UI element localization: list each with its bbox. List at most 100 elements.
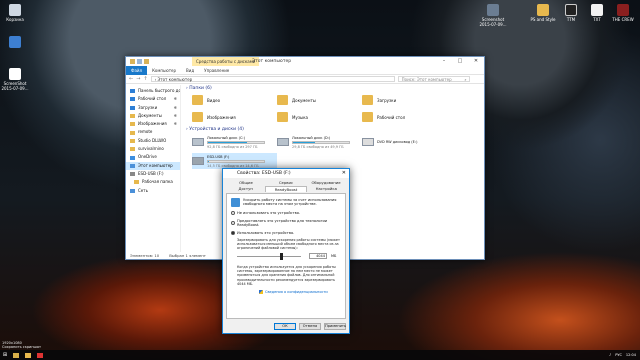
back-arrow-icon[interactable]: ←	[129, 76, 133, 82]
slider-track	[237, 256, 301, 258]
corner-overlay-text: 1920x1080 Сохранить скриншот	[2, 341, 41, 349]
title-bar[interactable]: Средства работы с дисками Этот компьютер…	[126, 57, 484, 66]
radio-use-device[interactable]: Использовать это устройство.	[231, 231, 341, 235]
close-icon[interactable]: ✕	[342, 169, 346, 178]
privacy-link[interactable]: Сведения о конфиденциальности	[231, 289, 341, 294]
tab-file[interactable]: Файл	[126, 65, 148, 75]
nav-item[interactable]: survivalrnino	[126, 145, 180, 153]
tab-computer[interactable]: Компьютер	[147, 66, 181, 75]
drive-name: ESD-USB (F:)	[207, 154, 230, 159]
language-indicator[interactable]: РУС	[615, 353, 622, 357]
search-icon: ⌕	[464, 77, 467, 82]
screenshot-file-icon[interactable]: ScreenShot 2015-07-09...	[0, 68, 30, 91]
privacy-link-label: Сведения о конфиденциальности	[265, 289, 328, 294]
properties-icon[interactable]	[137, 59, 142, 64]
pin-icon: ✱	[173, 112, 177, 118]
nav-item-label: OneDrive	[138, 154, 157, 160]
windows-start-icon[interactable]: ⊞	[0, 350, 10, 360]
drive-item[interactable]: Локальный диск (C:) 92,8 ГБ свободно из 2…	[192, 134, 277, 150]
folder-icon[interactable]: PS and Style	[528, 4, 558, 22]
folder-item[interactable]: Документы	[277, 93, 362, 107]
tab-sharing[interactable]: Доступ	[226, 186, 265, 192]
cancel-button[interactable]: Отмена	[299, 323, 321, 330]
downloads-folder-icon	[362, 95, 373, 105]
reserve-slider[interactable]: 4044 МБ	[237, 252, 341, 261]
folder-item[interactable]: Видео	[192, 93, 277, 107]
desktop-app-icon[interactable]	[0, 36, 30, 49]
nav-item-label: remote	[138, 129, 153, 135]
address-bar[interactable]: › Этот компьютер	[150, 76, 395, 82]
forward-arrow-icon[interactable]: →	[136, 76, 140, 82]
screenshot-hint-text: Сохранить скриншот	[2, 345, 42, 349]
tab-readyboost[interactable]: ReadyBoost	[265, 186, 307, 192]
folder-label: Видео	[207, 97, 221, 103]
drive-item[interactable]: DVD RW дисковод (E:)	[362, 134, 447, 150]
speaker-icon[interactable]: ♪	[609, 353, 611, 357]
nav-item[interactable]: Документы ✱	[126, 112, 180, 120]
desktop-icon-label: THE CREW	[612, 17, 634, 22]
apply-button[interactable]: Применить	[324, 323, 346, 330]
ok-button[interactable]: ОК	[274, 323, 296, 330]
clock[interactable]: 12:04	[626, 353, 636, 357]
nav-item[interactable]: Изображения ✱	[126, 120, 180, 128]
minimize-button[interactable]: –	[436, 57, 452, 66]
drive-usage-bar	[207, 140, 265, 144]
folder-item[interactable]: Музыка	[277, 110, 362, 124]
nav-item-this-pc[interactable]: Этот компьютер	[126, 161, 180, 170]
reserve-value-input[interactable]: 4044	[309, 253, 327, 260]
ribbon-tabs: Файл Компьютер Вид Управление	[126, 65, 484, 75]
dialog-title-bar[interactable]: Свойства: ESD-USB (F:) ✕	[223, 169, 349, 178]
tab-manage[interactable]: Управление	[199, 66, 234, 75]
nav-item[interactable]: ESD-USB (F:)	[126, 170, 180, 178]
pin-icon: ✱	[173, 104, 177, 110]
nav-item-label: survivalrnino	[138, 146, 164, 152]
desktop-icon	[130, 97, 135, 102]
taskbar-explorer-icon[interactable]	[22, 350, 34, 360]
recycle-bin-icon[interactable]: Корзина	[0, 4, 30, 22]
drive-item-usb[interactable]: ESD-USB (F:) 14,5 ГБ свободно из 14,6 ГБ	[192, 153, 277, 169]
nav-item[interactable]: Рабочий стол ✱	[126, 95, 180, 103]
nav-item-label: Панель быстрого доступа	[138, 88, 180, 93]
drive-free-space: 92,8 ГБ свободно из 297 ГБ	[207, 144, 258, 149]
folder-item[interactable]: Загрузки	[362, 93, 447, 107]
new-folder-icon[interactable]	[144, 59, 149, 64]
drives-group-header[interactable]: › Устройства и диски (4)	[186, 126, 484, 134]
nav-item[interactable]: Studio DLLWO	[126, 137, 180, 145]
context-tab: Средства работы с дисками	[192, 57, 260, 66]
folder-icon	[130, 130, 135, 135]
hard-drive-icon	[277, 138, 289, 146]
desktop-icon-label: ScreenShot 2015-07-09...	[1, 81, 29, 91]
nav-item[interactable]: OneDrive	[126, 153, 180, 161]
tab-customize[interactable]: Настройка	[307, 186, 346, 192]
nav-item[interactable]: Панель быстрого доступа	[126, 87, 180, 95]
nav-item[interactable]: Загрузки ✱	[126, 104, 180, 112]
drive-name: DVD RW дисковод (E:)	[377, 140, 418, 144]
drive-free-space: 29,8 ГБ свободно из 49,9 ГБ	[292, 144, 344, 149]
folder-item[interactable]: Изображения	[192, 110, 277, 124]
nav-item-label: Этот компьютер	[138, 162, 173, 168]
close-button[interactable]: ✕	[468, 57, 484, 66]
maximize-button[interactable]: □	[452, 57, 468, 66]
radio-do-not-use[interactable]: Не использовать это устройство.	[231, 211, 341, 215]
search-input[interactable]: Поиск: Этот компьютер ⌕	[397, 76, 470, 82]
folders-group-header[interactable]: › Папки (6)	[186, 85, 484, 93]
drive-item[interactable]: Локальный диск (D:) 29,8 ГБ свободно из 4…	[277, 134, 362, 150]
radio-label: Не использовать это устройство.	[237, 211, 301, 215]
folder-icon	[130, 138, 135, 143]
usb-drive-icon	[130, 172, 135, 177]
radio-dedicate[interactable]: Предоставлять это устройство для техноло…	[231, 219, 341, 227]
folder-item[interactable]: Рабочий стол	[362, 110, 447, 124]
taskbar-app-icon[interactable]	[34, 350, 46, 360]
nav-item-label: Studio DLLWO	[138, 137, 167, 143]
info-text: Когда устройство используется для ускоре…	[237, 265, 336, 286]
nav-item[interactable]: Сеть	[126, 187, 180, 195]
screenshot-file-icon[interactable]: Screenshot 2015-07-09...	[478, 4, 508, 27]
game-shortcut-icon[interactable]: THE CREW	[608, 4, 638, 22]
up-arrow-icon[interactable]: ↑	[143, 76, 147, 82]
tab-view[interactable]: Вид	[181, 66, 199, 75]
taskbar-app-icon[interactable]	[10, 350, 22, 360]
taskbar: ⊞ ♪ РУС 12:04	[0, 350, 640, 360]
slider-thumb[interactable]	[280, 253, 284, 261]
nav-item[interactable]: Рабочая папка	[126, 178, 180, 186]
nav-item[interactable]: remote	[126, 128, 180, 136]
